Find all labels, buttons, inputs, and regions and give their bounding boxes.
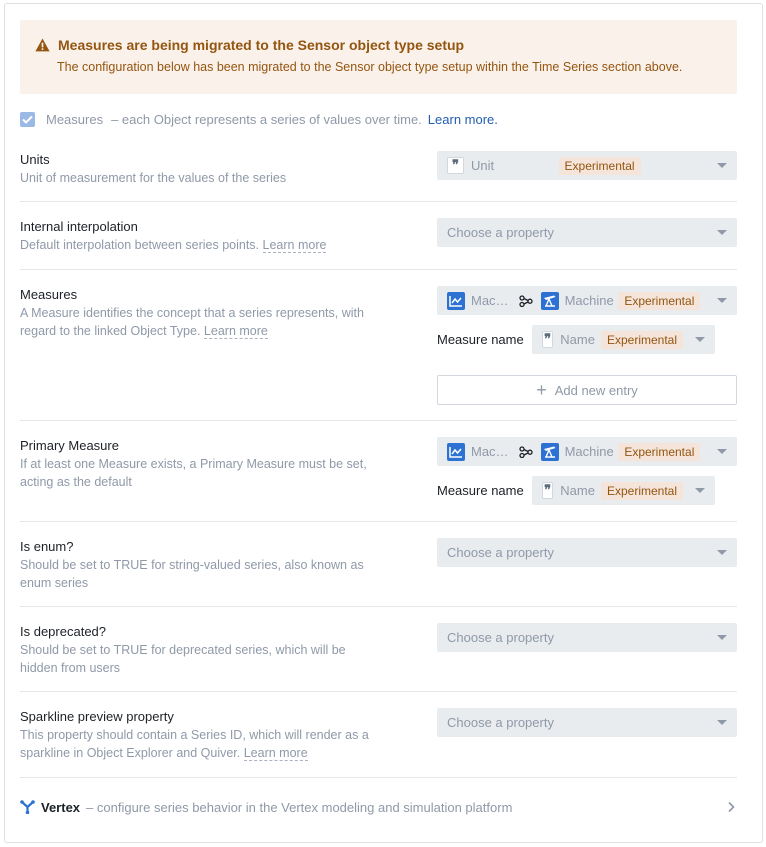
select-placeholder: Choose a property (447, 225, 554, 240)
caret-down-icon (717, 230, 727, 235)
experimental-tag: Experimental (618, 442, 701, 461)
time-series-icon (447, 442, 465, 461)
measure-name-select[interactable]: ❞ Name Experimental (532, 325, 715, 354)
caret-down-icon (716, 298, 727, 303)
link-icon (518, 294, 533, 307)
caret-down-icon (695, 337, 705, 342)
divider (20, 420, 737, 421)
caret-down-icon (717, 550, 727, 555)
checkmark-icon (22, 115, 33, 124)
caret-down-icon (717, 163, 727, 168)
callout-body: The configuration below has been migrate… (57, 60, 683, 74)
measures-learn-more-link[interactable]: Learn more (203, 324, 268, 339)
sparkline-learn-more-link[interactable]: Learn more (243, 746, 308, 761)
primary-measure-name-select[interactable]: ❞ Name Experimental (532, 476, 715, 505)
section-description: Should be set to TRUE for string-valued … (20, 558, 364, 590)
divider (20, 269, 737, 270)
section-description: Should be set to TRUE for deprecated ser… (20, 643, 346, 675)
source-object-name: Mac… (471, 444, 509, 459)
units-value: Unit (471, 158, 495, 173)
target-object-name: Machine (564, 444, 614, 459)
vertex-description: – configure series behavior in the Verte… (86, 799, 513, 815)
plus-icon: + (536, 380, 547, 400)
add-new-entry-button[interactable]: + Add new entry (437, 375, 737, 405)
section-description: Default interpolation between series poi… (20, 238, 260, 252)
select-placeholder: Choose a property (447, 630, 554, 645)
warning-icon (35, 38, 50, 52)
add-new-entry-label: Add new entry (554, 382, 638, 398)
divider (20, 201, 737, 202)
quote-icon: ❞ (542, 482, 554, 499)
measure-name-value: Name (560, 483, 595, 498)
migration-warning-callout: Measures are being migrated to the Senso… (20, 20, 737, 94)
primary-measure-name-row: Measure name ❞ Name Experimental (437, 476, 715, 505)
sparkline-select[interactable]: Choose a property (437, 708, 737, 737)
measures-label: Measures (46, 111, 104, 127)
measures-learn-more-link[interactable]: Learn more. (428, 112, 498, 127)
experimental-tag: Experimental (600, 481, 683, 500)
divider (20, 777, 737, 778)
vertex-name: Vertex (41, 799, 81, 815)
divider (20, 521, 737, 522)
callout-title: Measures are being migrated to the Senso… (58, 37, 465, 53)
measures-description: – each Object represents a series of val… (111, 111, 422, 127)
divider (20, 606, 737, 607)
quote-icon: ❞ (447, 157, 464, 174)
measure-name-value: Name (560, 332, 595, 347)
measure-name-label: Measure name (437, 483, 524, 498)
measures-link-select[interactable]: Mac… Machine Experimental (437, 286, 737, 315)
caret-down-icon (716, 449, 727, 454)
experimental-tag: Experimental (558, 156, 641, 175)
section-description: This property should contain a Series ID… (20, 728, 369, 760)
experimental-tag: Experimental (618, 291, 701, 310)
measures-checkbox[interactable] (20, 111, 35, 127)
measure-name-row: Measure name ❞ Name Experimental (437, 325, 715, 354)
measures-toggle-row: Measures – each Object represents a seri… (20, 109, 498, 129)
quote-icon: ❞ (542, 331, 554, 348)
section-description: If at least one Measure exists, a Primar… (20, 457, 367, 489)
divider (20, 691, 737, 692)
section-description: A Measure identifies the concept that a … (20, 306, 364, 338)
source-object-name: Mac… (471, 293, 509, 308)
time-series-icon (447, 291, 465, 310)
vertex-row[interactable]: Vertex – configure series behavior in th… (20, 797, 737, 817)
interpolation-select[interactable]: Choose a property (437, 218, 737, 247)
primary-measure-select[interactable]: Mac… Machine Experimental (437, 437, 737, 466)
is-enum-select[interactable]: Choose a property (437, 538, 737, 567)
experimental-tag: Experimental (600, 330, 683, 349)
caret-down-icon (695, 488, 705, 493)
is-deprecated-select[interactable]: Choose a property (437, 623, 737, 652)
vertex-icon (20, 800, 35, 814)
caret-down-icon (717, 720, 727, 725)
select-placeholder: Choose a property (447, 715, 554, 730)
select-placeholder: Choose a property (447, 545, 554, 560)
link-icon (518, 445, 533, 458)
target-object-name: Machine (564, 293, 614, 308)
pump-jack-icon (540, 442, 559, 461)
chevron-right-icon (728, 801, 735, 813)
caret-down-icon (717, 635, 727, 640)
units-select[interactable]: ❞ Unit Experimental (437, 151, 737, 180)
measure-name-label: Measure name (437, 332, 524, 347)
interpolation-learn-more-link[interactable]: Learn more (262, 238, 327, 253)
pump-jack-icon (540, 291, 559, 310)
section-description: Unit of measurement for the values of th… (20, 171, 287, 185)
